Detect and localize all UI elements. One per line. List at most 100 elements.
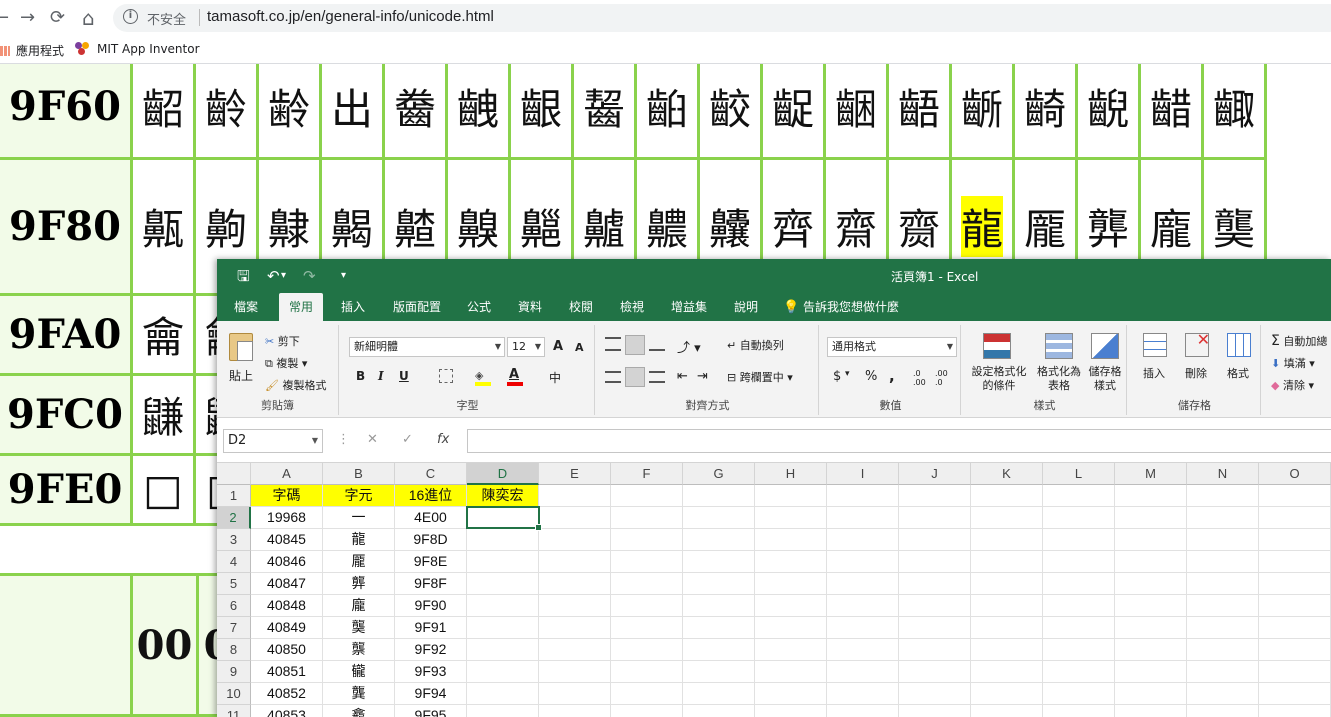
tab-view[interactable]: 檢視 — [610, 293, 654, 321]
cell-k10[interactable] — [971, 683, 1043, 705]
cell-n2[interactable] — [1187, 507, 1259, 529]
cell-j1[interactable] — [899, 485, 971, 507]
cell-f6[interactable] — [611, 595, 683, 617]
cell-k9[interactable] — [971, 661, 1043, 683]
column-header-b[interactable]: B — [323, 463, 395, 485]
cell-g10[interactable] — [683, 683, 755, 705]
cell-n5[interactable] — [1187, 573, 1259, 595]
cell-n8[interactable] — [1187, 639, 1259, 661]
cell-d8[interactable] — [467, 639, 539, 661]
decrease-indent-icon[interactable]: ⇤ — [677, 369, 688, 384]
cell-m3[interactable] — [1115, 529, 1187, 551]
bookmark-apps[interactable]: 應用程式 — [0, 42, 64, 59]
cell-o9[interactable] — [1259, 661, 1331, 683]
cell-b5[interactable]: 龏 — [323, 573, 395, 595]
cell-n1[interactable] — [1187, 485, 1259, 507]
tab-review[interactable]: 校閱 — [559, 293, 603, 321]
cell-d10[interactable] — [467, 683, 539, 705]
cell-h7[interactable] — [755, 617, 827, 639]
cell-i10[interactable] — [827, 683, 899, 705]
cell-f4[interactable] — [611, 551, 683, 573]
cell-h9[interactable] — [755, 661, 827, 683]
column-header-d[interactable]: D — [467, 463, 539, 485]
cell-h8[interactable] — [755, 639, 827, 661]
cell-e5[interactable] — [539, 573, 611, 595]
cell-g4[interactable] — [683, 551, 755, 573]
cell-b11[interactable]: 龕 — [323, 705, 395, 717]
row-header[interactable]: 3 — [217, 529, 251, 551]
cell-a11[interactable]: 40853 — [251, 705, 323, 717]
url-text[interactable]: tamasoft.co.jp/en/general-info/unicode.h… — [207, 8, 494, 25]
column-header-a[interactable]: A — [251, 463, 323, 485]
row-header[interactable]: 2 — [217, 507, 251, 529]
cell-b10[interactable]: 龔 — [323, 683, 395, 705]
shrink-font-button[interactable]: A — [575, 341, 584, 354]
cell-a2[interactable]: 19968 — [251, 507, 323, 529]
cell-m7[interactable] — [1115, 617, 1187, 639]
cut-button[interactable]: ✂ 剪下 — [265, 333, 300, 349]
cell-h10[interactable] — [755, 683, 827, 705]
cell-o6[interactable] — [1259, 595, 1331, 617]
cell-f5[interactable] — [611, 573, 683, 595]
cell-j7[interactable] — [899, 617, 971, 639]
cell-a1[interactable]: 字碼 — [251, 485, 323, 507]
cell-b7[interactable]: 龑 — [323, 617, 395, 639]
cell-c7[interactable]: 9F91 — [395, 617, 467, 639]
row-header[interactable]: 9 — [217, 661, 251, 683]
clear-button[interactable]: ◆ 清除 ▾ — [1271, 377, 1314, 393]
cell-k3[interactable] — [971, 529, 1043, 551]
format-as-table-button[interactable]: 格式化為表格 — [1033, 365, 1085, 393]
cell-d3[interactable] — [467, 529, 539, 551]
cell-f10[interactable] — [611, 683, 683, 705]
delete-cells-button[interactable]: 刪除 — [1185, 365, 1207, 381]
column-header-m[interactable]: M — [1115, 463, 1187, 485]
undo-dropdown-icon[interactable]: ▾ — [281, 267, 286, 285]
column-header-g[interactable]: G — [683, 463, 755, 485]
cell-j9[interactable] — [899, 661, 971, 683]
cell-e7[interactable] — [539, 617, 611, 639]
paste-button[interactable]: 貼上 — [227, 331, 257, 391]
cell-l11[interactable] — [1043, 705, 1115, 717]
cell-n10[interactable] — [1187, 683, 1259, 705]
cell-k5[interactable] — [971, 573, 1043, 595]
format-cells-button[interactable]: 格式 — [1227, 365, 1249, 381]
cell-l7[interactable] — [1043, 617, 1115, 639]
cell-o10[interactable] — [1259, 683, 1331, 705]
cell-e9[interactable] — [539, 661, 611, 683]
cell-c11[interactable]: 9F95 — [395, 705, 467, 717]
insert-cells-button[interactable]: 插入 — [1143, 365, 1165, 381]
fill-color-icon[interactable]: ◈ — [475, 369, 493, 386]
column-header-i[interactable]: I — [827, 463, 899, 485]
cell-f7[interactable] — [611, 617, 683, 639]
cell-e2[interactable] — [539, 507, 611, 529]
cell-h2[interactable] — [755, 507, 827, 529]
cell-b3[interactable]: 龍 — [323, 529, 395, 551]
cell-g6[interactable] — [683, 595, 755, 617]
cell-f3[interactable] — [611, 529, 683, 551]
cell-f11[interactable] — [611, 705, 683, 717]
cell-g3[interactable] — [683, 529, 755, 551]
cell-g5[interactable] — [683, 573, 755, 595]
cell-h5[interactable] — [755, 573, 827, 595]
cell-l10[interactable] — [1043, 683, 1115, 705]
cell-m6[interactable] — [1115, 595, 1187, 617]
cell-k4[interactable] — [971, 551, 1043, 573]
cell-d4[interactable] — [467, 551, 539, 573]
cell-j11[interactable] — [899, 705, 971, 717]
cell-f8[interactable] — [611, 639, 683, 661]
chevron-down-icon[interactable]: ▾ — [845, 369, 850, 379]
cell-b6[interactable]: 龐 — [323, 595, 395, 617]
cell-l3[interactable] — [1043, 529, 1115, 551]
cell-c5[interactable]: 9F8F — [395, 573, 467, 595]
cell-o3[interactable] — [1259, 529, 1331, 551]
cell-n7[interactable] — [1187, 617, 1259, 639]
orientation-icon[interactable]: ⤴ ▾ — [677, 337, 701, 356]
cell-b2[interactable]: 一 — [323, 507, 395, 529]
cell-d9[interactable] — [467, 661, 539, 683]
cell-k8[interactable] — [971, 639, 1043, 661]
customize-qat-icon[interactable]: ▾ — [341, 267, 346, 285]
cell-h1[interactable] — [755, 485, 827, 507]
font-size-select[interactable]: 12 ▼ — [507, 337, 545, 357]
cell-o5[interactable] — [1259, 573, 1331, 595]
cell-e1[interactable] — [539, 485, 611, 507]
